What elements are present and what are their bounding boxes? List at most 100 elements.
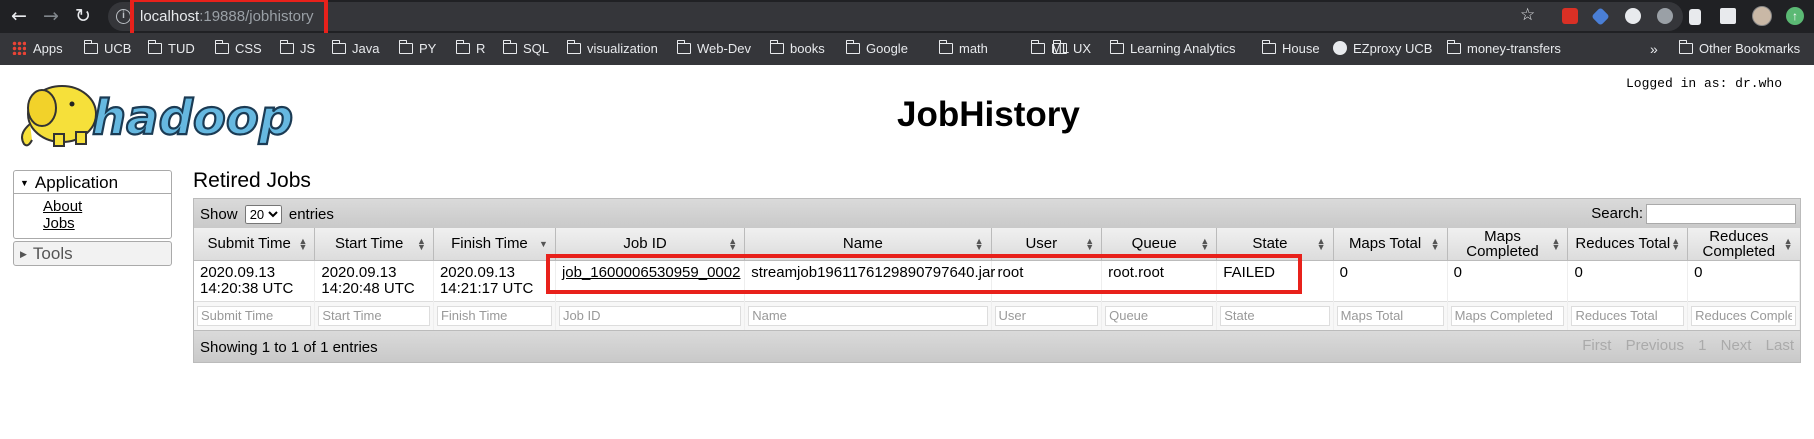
folder-icon <box>502 40 517 54</box>
bookmark-star-icon[interactable]: ☆ <box>1520 5 1535 25</box>
sidebar-application-header[interactable]: ▼ Application <box>14 171 171 194</box>
folder-icon <box>398 40 413 54</box>
extension-icon[interactable] <box>1562 8 1578 24</box>
column-header-reduces-completed[interactable]: Reduces Completed ▲ ▼ <box>1687 228 1800 261</box>
bookmark-folder[interactable]: TUD <box>147 40 195 57</box>
bookmark-folder[interactable]: money-transfers <box>1446 40 1561 57</box>
extensions-puzzle-icon[interactable] <box>1720 8 1736 24</box>
cell-submit-time: 2020.09.13 14:20:38 UTC <box>194 260 316 301</box>
back-icon[interactable]: ← <box>8 5 30 27</box>
folder-icon <box>1052 40 1067 54</box>
profile-avatar[interactable] <box>1752 6 1772 26</box>
extension-icon[interactable] <box>1657 8 1673 24</box>
search-input[interactable] <box>1646 204 1796 224</box>
bookmark-folder-ux[interactable]: UX <box>1052 40 1091 57</box>
sort-icon: ▲ ▼ <box>1316 235 1326 252</box>
column-header-reduces-total[interactable]: Reduces Total ▲ ▼ <box>1567 228 1689 261</box>
bookmark-folder[interactable]: R <box>455 40 485 57</box>
column-header-submit-time[interactable]: Submit Time ▲ ▼ <box>194 228 316 261</box>
bookmark-folder[interactable]: math <box>938 40 988 57</box>
site-info-icon[interactable]: i <box>116 9 131 24</box>
bookmark-folder[interactable]: Learning Analytics <box>1109 40 1236 57</box>
bookmark-folder[interactable]: SQL <box>502 40 549 57</box>
lock-extension-icon[interactable] <box>1689 9 1701 25</box>
folder-icon <box>279 40 294 54</box>
bookmark-folder[interactable]: Google <box>845 40 908 57</box>
sidebar-link-about[interactable]: About <box>43 198 171 215</box>
sidebar-links: About Jobs <box>14 194 171 238</box>
bookmark-folder[interactable]: JS <box>279 40 315 57</box>
cell-reduces-completed: 0 <box>1687 260 1800 301</box>
filter-queue[interactable] <box>1105 305 1214 326</box>
section-title: Retired Jobs <box>193 169 311 192</box>
pager-previous[interactable]: Previous <box>1626 337 1684 354</box>
bookmark-folder[interactable]: books <box>769 40 825 57</box>
triangle-right-icon: ▶ <box>20 249 27 259</box>
logo-text: hadoop <box>92 90 293 146</box>
column-header-maps-completed[interactable]: Maps Completed ▲ ▼ <box>1447 228 1569 261</box>
sidebar-link-jobs[interactable]: Jobs <box>43 215 171 232</box>
filter-state[interactable] <box>1220 305 1330 326</box>
sidebar-tools-block: ▶ Tools <box>13 241 172 266</box>
bookmark-apps[interactable]: Apps <box>12 41 63 57</box>
forward-icon[interactable]: → <box>40 5 62 27</box>
extension-icon[interactable] <box>1625 8 1641 24</box>
sort-desc-icon: ▼ <box>539 238 548 249</box>
sidebar-tools-header[interactable]: ▶ Tools <box>14 242 171 265</box>
bookmarks-bar: Apps UCB TUD CSS JS Java PY R SQL visual… <box>0 33 1814 65</box>
cell-start-time: 2020.09.13 14:20:48 UTC <box>314 260 434 301</box>
bookmark-folder[interactable]: Java <box>331 40 379 57</box>
bookmark-folder[interactable]: CSS <box>214 40 262 57</box>
address-bar[interactable] <box>108 2 1683 31</box>
folder-icon <box>1109 40 1124 54</box>
bookmarks-overflow-chevron[interactable]: » <box>1650 41 1658 57</box>
filter-maps-total[interactable] <box>1336 305 1444 326</box>
highlight-box-job-row <box>546 254 1302 294</box>
sort-icon: ▲ ▼ <box>1783 235 1793 252</box>
page-size-select[interactable]: 20 <box>244 205 282 224</box>
folder-icon <box>676 40 691 54</box>
column-header-start-time[interactable]: Start Time ▲ ▼ <box>314 228 434 261</box>
filter-row <box>194 300 1800 330</box>
bookmark-folder[interactable]: Web-Dev <box>676 40 751 57</box>
bookmark-folder[interactable]: visualization <box>566 40 658 57</box>
folder-icon <box>331 40 346 54</box>
bookmark-folder[interactable]: UCB <box>83 40 131 57</box>
column-header-finish-time[interactable]: Finish Time ▼ <box>433 228 556 261</box>
page-title: JobHistory <box>897 95 1080 134</box>
folder-icon <box>1446 40 1461 54</box>
bookmark-folder[interactable]: House <box>1261 40 1320 57</box>
filter-user[interactable] <box>994 305 1099 326</box>
bookmark-folder[interactable]: PY <box>398 40 436 57</box>
filter-job-id[interactable] <box>558 305 742 326</box>
folder-icon <box>1030 40 1045 54</box>
sort-icon: ▲ ▼ <box>728 235 738 252</box>
pager-next[interactable]: Next <box>1721 337 1752 354</box>
triangle-down-icon: ▼ <box>20 178 29 188</box>
folder-icon <box>214 40 229 54</box>
pager-first[interactable]: First <box>1582 337 1611 354</box>
bookmark-link[interactable]: EZproxy UCB <box>1333 41 1432 57</box>
cell-maps-total: 0 <box>1333 260 1448 301</box>
cell-reduces-total: 0 <box>1567 260 1689 301</box>
filter-maps-completed[interactable] <box>1450 305 1565 326</box>
filter-reduces-total[interactable] <box>1571 305 1685 326</box>
filter-name[interactable] <box>748 305 988 326</box>
pagination: First Previous 1 Next Last <box>1572 337 1794 354</box>
pager-page[interactable]: 1 <box>1698 337 1706 354</box>
apps-grid-icon <box>12 41 26 55</box>
filter-reduces-completed[interactable] <box>1691 305 1796 326</box>
sort-icon: ▲ ▼ <box>1551 235 1561 252</box>
folder-icon <box>147 40 162 54</box>
folder-icon <box>455 40 470 54</box>
update-icon[interactable]: ↑ <box>1786 7 1804 25</box>
pager-last[interactable]: Last <box>1766 337 1794 354</box>
other-bookmarks[interactable]: Other Bookmarks <box>1678 40 1800 57</box>
reload-icon[interactable]: ↻ <box>72 5 94 27</box>
filter-start-time[interactable] <box>318 305 430 326</box>
folder-icon <box>1678 40 1693 54</box>
filter-submit-time[interactable] <box>197 305 312 326</box>
column-header-maps-total[interactable]: Maps Total ▲ ▼ <box>1333 228 1448 261</box>
page-size-control: Show 20 entries <box>200 205 334 224</box>
filter-finish-time[interactable] <box>436 305 552 326</box>
